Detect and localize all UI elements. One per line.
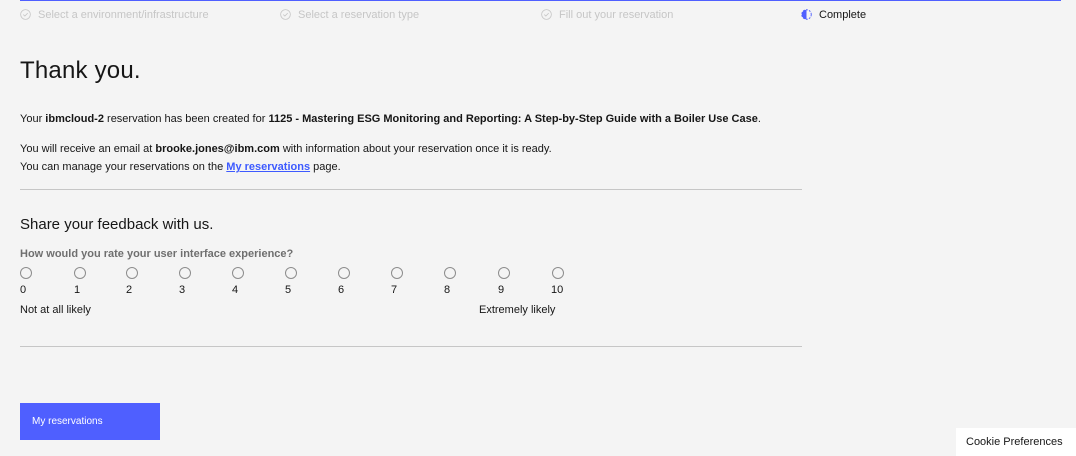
checkmark-outline-icon (280, 9, 291, 20)
page-title: Thank you. (20, 57, 141, 84)
progress-step-complete: Complete (801, 0, 1061, 40)
progress-step-label: Fill out your reservation (559, 9, 674, 21)
rating-radio-group: 0 1 2 3 4 5 6 7 8 9 10 (20, 267, 580, 301)
rating-option-1[interactable]: 1 (74, 267, 98, 301)
my-reservations-button[interactable]: My reservations (20, 403, 160, 440)
checkmark-outline-icon (541, 9, 552, 20)
progress-step-label: Select a environment/infrastructure (38, 9, 209, 21)
user-email: brooke.jones@ibm.com (155, 143, 280, 155)
course-name: 1125 - Mastering ESG Monitoring and Repo… (268, 113, 758, 125)
progress-step-label: Complete (819, 9, 867, 21)
radio-button[interactable] (498, 267, 510, 279)
rating-option-7[interactable]: 7 (391, 267, 415, 301)
rating-low-label: Not at all likely (20, 304, 91, 316)
radio-button[interactable] (179, 267, 191, 279)
radio-button[interactable] (444, 267, 456, 279)
rating-high-label: Extremely likely (479, 304, 556, 316)
progress-step-reservation-type: Select a reservation type (280, 0, 541, 40)
radio-button[interactable] (338, 267, 350, 279)
rating-option-3[interactable]: 3 (179, 267, 203, 301)
reservation-summary-text: Your ibmcloud-2 reservation has been cre… (20, 113, 761, 125)
manage-reservations-text: You can manage your reservations on the … (20, 161, 341, 173)
rating-option-5[interactable]: 5 (285, 267, 309, 301)
rating-option-6[interactable]: 6 (338, 267, 362, 301)
my-reservations-link[interactable]: My reservations (226, 161, 310, 173)
rating-option-2[interactable]: 2 (126, 267, 150, 301)
radio-button[interactable] (552, 267, 564, 279)
rating-option-4[interactable]: 4 (232, 267, 256, 301)
feedback-question: How would you rate your user interface e… (20, 248, 294, 260)
progress-step-label: Select a reservation type (298, 9, 420, 21)
reservation-complete-page: Select a environment/infrastructure Sele… (0, 0, 1076, 456)
rating-option-0[interactable]: 0 (20, 267, 44, 301)
progress-step-environment: Select a environment/infrastructure (20, 0, 280, 40)
progress-indicator: Select a environment/infrastructure Sele… (20, 0, 1061, 40)
radio-button[interactable] (74, 267, 86, 279)
email-notice-text: You will receive an email at brooke.jone… (20, 143, 552, 155)
progress-step-fill-out: Fill out your reservation (541, 0, 801, 40)
radio-button[interactable] (391, 267, 403, 279)
environment-name: ibmcloud-2 (45, 113, 104, 125)
incomplete-half-circle-icon (801, 9, 812, 20)
rating-option-8[interactable]: 8 (444, 267, 468, 301)
rating-option-10[interactable]: 10 (551, 267, 576, 301)
radio-button[interactable] (232, 267, 244, 279)
cookie-preferences-button[interactable]: Cookie Preferences (956, 428, 1076, 456)
divider (20, 346, 802, 347)
rating-option-9[interactable]: 9 (498, 267, 522, 301)
radio-button[interactable] (285, 267, 297, 279)
radio-button[interactable] (126, 267, 138, 279)
checkmark-outline-icon (20, 9, 31, 20)
radio-button[interactable] (20, 267, 32, 279)
feedback-heading: Share your feedback with us. (20, 216, 214, 233)
divider (20, 189, 802, 190)
